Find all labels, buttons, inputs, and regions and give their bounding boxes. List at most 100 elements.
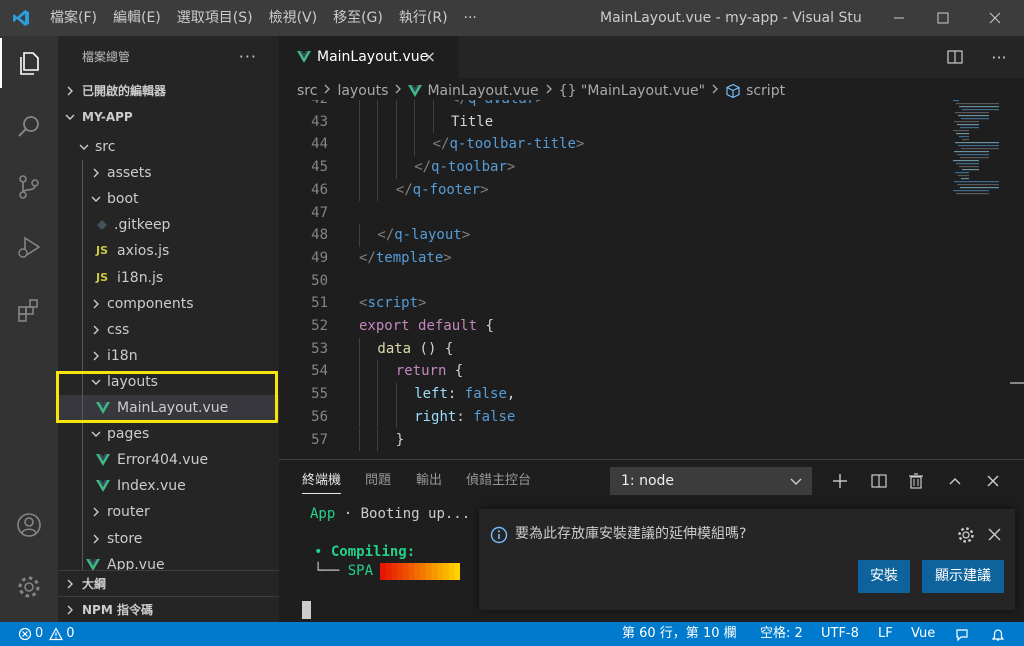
indent-guide	[414, 110, 416, 134]
tree-item-label: components	[107, 295, 194, 312]
vertical-scrollbar[interactable]	[1010, 382, 1024, 384]
notification-close-icon[interactable]	[988, 528, 1001, 545]
notification-gear-icon[interactable]	[957, 526, 975, 548]
panel-tab[interactable]: 輸出	[416, 460, 442, 502]
language-mode[interactable]: Vue	[911, 622, 935, 646]
line-number: 48	[311, 227, 328, 244]
files-icon[interactable]	[0, 38, 58, 88]
indentation-status[interactable]: 空格: 2	[760, 622, 803, 646]
tree-folder[interactable]: pages	[58, 421, 279, 447]
code-token: {	[446, 363, 464, 380]
account-icon[interactable]	[0, 500, 58, 550]
split-terminal-icon[interactable]	[865, 467, 893, 495]
source-control-icon[interactable]	[0, 162, 58, 212]
split-editor-icon[interactable]	[935, 36, 975, 78]
code-token: >	[461, 227, 471, 244]
trash-icon[interactable]	[902, 467, 930, 495]
menu-item[interactable]: 檔案(F)	[42, 0, 105, 36]
code-token: ,	[506, 386, 516, 403]
extension-recommendation-toast: 要為此存放庫安裝建議的延伸模組嗎? 安裝 顯示建議	[479, 509, 1015, 610]
minimap[interactable]	[951, 100, 1011, 200]
tree-folder[interactable]: i18n	[58, 343, 279, 369]
chevron-right-icon	[64, 597, 76, 622]
tree-item-label: router	[107, 504, 150, 521]
close-window-icon[interactable]	[972, 0, 1018, 36]
show-recommendations-button[interactable]: 顯示建議	[922, 560, 1004, 593]
indent-guide	[395, 405, 397, 429]
minimize-icon[interactable]	[876, 0, 922, 36]
project-section[interactable]: MY-APP	[58, 104, 279, 130]
code-line: </q-toolbar>	[414, 156, 515, 179]
terminal-app-label: App	[310, 506, 336, 522]
tree-folder[interactable]: src	[58, 134, 279, 160]
code-token: </	[359, 249, 376, 266]
activity-bar	[0, 36, 58, 622]
search-icon[interactable]	[0, 102, 58, 152]
npm-scripts-section[interactable]: NPM 指令碼	[58, 596, 279, 622]
code-token: >	[575, 136, 585, 153]
indent-guide	[395, 133, 397, 157]
code-token: {	[477, 318, 494, 334]
open-editors-section[interactable]: 已開啟的編輯器	[58, 78, 279, 104]
panel-tab[interactable]: 問題	[365, 460, 391, 502]
close-panel-icon[interactable]	[979, 467, 1007, 495]
terminal-select[interactable]: 1: node	[610, 467, 812, 495]
line-number: 53	[311, 340, 328, 357]
indent-guide	[377, 405, 379, 429]
outline-section[interactable]: 大綱	[58, 570, 279, 596]
tree-item-label: store	[107, 530, 143, 547]
tree-folder[interactable]: router	[58, 499, 279, 525]
tab-mainlayout-vue[interactable]: MainLayout.vue ×	[279, 36, 458, 78]
cursor-position[interactable]: 第 60 行，第 10 欄	[622, 622, 737, 646]
code-token: </	[432, 136, 450, 153]
tree-folder[interactable]: assets	[58, 160, 279, 186]
eol-status[interactable]: LF	[878, 622, 893, 646]
tree-folder[interactable]: css	[58, 317, 279, 343]
tree-file[interactable]: Index.vue	[58, 473, 279, 499]
indent-guide	[359, 360, 360, 384]
tree-file[interactable]: JS axios.js	[58, 238, 279, 264]
tree-folder[interactable]: boot	[58, 186, 279, 212]
code-token: q-toolbar-title	[449, 136, 576, 153]
problems-status[interactable]: 0 0	[18, 622, 75, 646]
symbol-cube-icon	[725, 83, 741, 99]
menu-item[interactable]: 移至(G)	[325, 0, 391, 36]
menu-item[interactable]: ···	[456, 0, 485, 36]
menu-item[interactable]: 檢視(V)	[261, 0, 326, 36]
code-token: q-avatar	[468, 100, 535, 107]
panel-tab[interactable]: 終端機	[302, 460, 342, 502]
window-title: MainLayout.vue - my-app - Visual Stud...	[600, 10, 862, 26]
maximize-panel-icon[interactable]	[941, 467, 969, 495]
indent-guide	[377, 178, 379, 202]
panel-tab[interactable]: 偵錯主控台	[466, 460, 531, 502]
tree-folder[interactable]: components	[58, 291, 279, 317]
menu-item[interactable]: 執行(R)	[391, 0, 456, 36]
install-button[interactable]: 安裝	[858, 560, 910, 593]
terminal-line-1: App · Booting up...	[310, 504, 470, 524]
editor-more-icon[interactable]: ···	[979, 36, 1019, 78]
code-line: </template>	[359, 247, 452, 270]
settings-gear-icon[interactable]	[0, 562, 58, 612]
close-tab-icon[interactable]: ×	[423, 36, 436, 78]
highlight-annotation	[56, 371, 278, 423]
notifications-bell-icon[interactable]	[990, 627, 1006, 646]
editor-tabs: MainLayout.vue × ···	[279, 36, 1024, 78]
tree-file[interactable]: Error404.vue	[58, 447, 279, 473]
extensions-icon[interactable]	[0, 286, 58, 336]
more-actions-icon[interactable]: ···	[239, 36, 257, 78]
code-line: left: false,	[414, 383, 515, 406]
encoding-status[interactable]: UTF-8	[821, 622, 859, 646]
tree-file[interactable]: JS i18n.js	[58, 265, 279, 291]
code-view[interactable]: 42</q-avatar>43Title44</q-toolbar-title>…	[279, 100, 1024, 459]
menu-item[interactable]: 編輯(E)	[105, 0, 169, 36]
menu-item[interactable]: 選取項目(S)	[169, 0, 261, 36]
add-terminal-icon[interactable]	[826, 467, 854, 495]
run-debug-icon[interactable]	[0, 222, 58, 272]
terminal-line-3: └── SPA	[314, 561, 373, 581]
tree-file[interactable]: .gitkeep	[58, 212, 279, 238]
indent-guide	[359, 383, 360, 406]
maximize-icon[interactable]	[920, 0, 966, 36]
tree-folder[interactable]: store	[58, 526, 279, 552]
feedback-icon[interactable]	[955, 627, 971, 646]
